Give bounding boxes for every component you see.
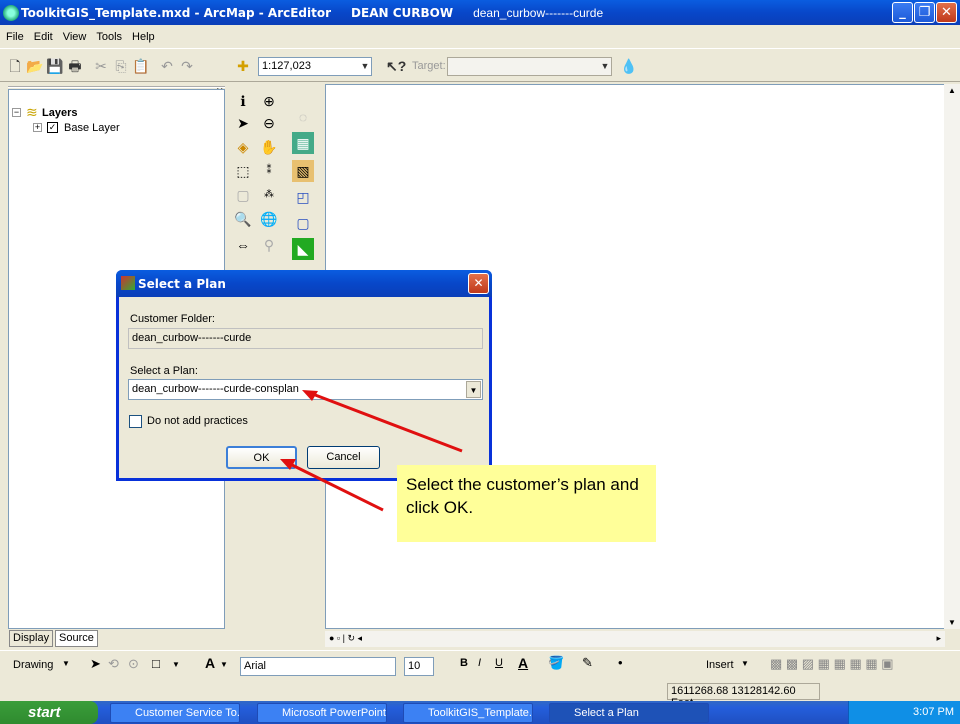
clock: 3:07 PM	[913, 706, 954, 718]
rotate-icon[interactable]: ⟲	[108, 656, 119, 672]
drawing-dropdown-icon[interactable]: ▼	[62, 659, 70, 668]
drawing-menu[interactable]: Drawing	[13, 659, 53, 671]
arrow-to-ok	[287, 461, 384, 512]
text-dropdown-icon[interactable]: ▼	[220, 660, 228, 669]
line-color-icon[interactable]: ✎	[582, 655, 593, 671]
annotation-arrows	[280, 390, 463, 512]
insert-dropdown-icon[interactable]: ▼	[741, 659, 749, 668]
font-size-select[interactable]: 10	[404, 657, 434, 676]
font-color-icon[interactable]: A	[518, 655, 528, 671]
marker-color-icon[interactable]: •	[618, 655, 623, 670]
text-tool-icon[interactable]: A	[205, 655, 215, 671]
font-value: Arial	[244, 660, 267, 672]
drawing-toolbar: Drawing ▼ ➤ ⟲ ⊙ □ ▼ A ▼ Arial 10 B I U A…	[0, 650, 960, 680]
zoom-whole-icon[interactable]: ⊙	[128, 656, 139, 672]
start-button[interactable]: start	[0, 701, 98, 724]
font-size-value: 10	[408, 660, 421, 672]
arrow-to-plan	[309, 391, 463, 453]
fill-color-icon[interactable]: 🪣	[548, 655, 564, 671]
bold-icon[interactable]: B	[460, 657, 468, 669]
task-select-plan[interactable]: Select a Plan	[549, 703, 709, 723]
task-customer-service[interactable]: Customer Service To...	[110, 703, 240, 723]
task-powerpoint[interactable]: Microsoft PowerPoint ...	[257, 703, 387, 723]
underline-icon[interactable]: U	[495, 657, 503, 669]
task-toolkitgis[interactable]: ToolkitGIS_Template....	[403, 703, 533, 723]
rectangle-icon[interactable]: □	[152, 656, 160, 671]
taskbar: start Customer Service To... Microsoft P…	[0, 701, 960, 724]
start-label: start	[28, 704, 61, 721]
system-tray: 3:07 PM	[848, 701, 960, 724]
select-arrow-icon[interactable]: ➤	[90, 656, 101, 672]
layout-tools-icon[interactable]: ▩ ▩ ▨ ▦ ▦ ▦ ▦ ▣	[770, 656, 894, 672]
font-select[interactable]: Arial	[240, 657, 396, 676]
coordinates-display: 1611268.68 13128142.60 Feet	[667, 683, 820, 709]
insert-menu[interactable]: Insert	[706, 659, 734, 671]
italic-icon[interactable]: I	[478, 657, 481, 669]
status-bar: 1611268.68 13128142.60 Feet	[0, 681, 960, 709]
rectangle-dropdown-icon[interactable]: ▼	[172, 660, 180, 669]
